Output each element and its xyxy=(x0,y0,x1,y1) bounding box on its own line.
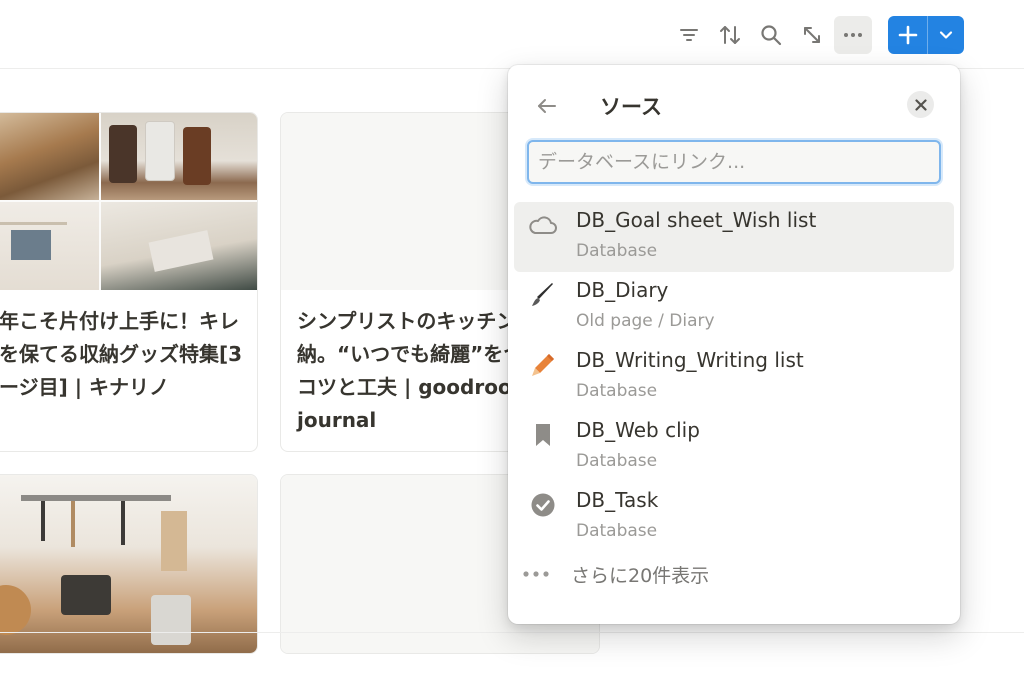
item-subtitle: Old page / Diary xyxy=(576,311,715,331)
back-button[interactable] xyxy=(534,93,560,119)
arrow-left-icon xyxy=(538,99,556,113)
gallery-card[interactable] xyxy=(0,474,258,654)
new-button[interactable] xyxy=(888,16,927,54)
filter-icon[interactable] xyxy=(670,16,708,54)
item-name: DB_Diary xyxy=(576,278,669,302)
item-subtitle: Database xyxy=(576,451,658,471)
item-name: DB_Writing_Writing list xyxy=(576,348,804,372)
search-icon[interactable] xyxy=(752,16,790,54)
database-search-field xyxy=(527,140,941,184)
new-dropdown-button[interactable] xyxy=(928,16,964,54)
database-toolbar xyxy=(667,16,964,54)
check-circle-icon xyxy=(526,488,560,522)
item-name: DB_Goal sheet_Wish list xyxy=(576,208,817,232)
brush-icon xyxy=(526,278,560,312)
item-subtitle: Database xyxy=(576,381,658,401)
popup-title: ソース xyxy=(600,95,662,119)
list-item[interactable]: DB_Goal sheet_Wish list Database xyxy=(514,202,954,272)
plus-icon xyxy=(898,25,917,45)
more-dots-icon xyxy=(522,569,558,579)
popup-header: ソース xyxy=(528,87,940,123)
bookmark-icon xyxy=(526,418,560,452)
database-search-input[interactable] xyxy=(529,142,939,182)
show-more-button[interactable]: さらに20件表示 xyxy=(522,558,709,590)
item-subtitle: Database xyxy=(576,521,658,541)
pencil-icon xyxy=(526,348,560,382)
show-more-label: さらに20件表示 xyxy=(571,564,710,587)
list-item[interactable]: DB_Writing_Writing list Database xyxy=(514,342,954,412)
list-item[interactable]: DB_Task Database xyxy=(514,482,954,552)
link-source-popup: ソース DB_Goal sheet_Wish list Database DB_… xyxy=(508,65,960,624)
more-icon[interactable] xyxy=(834,16,872,54)
list-item[interactable]: DB_Diary Old page / Diary xyxy=(514,272,954,342)
close-icon xyxy=(914,98,927,111)
item-subtitle: Database xyxy=(576,241,658,261)
new-button-group xyxy=(888,16,964,54)
notion-page: 今年こそ片付け上手に！キレイを保てる収納グッズ特集[3ページ目] | キナリノ … xyxy=(0,0,1024,676)
sort-icon[interactable] xyxy=(711,16,749,54)
cloud-icon xyxy=(526,208,560,242)
database-list: DB_Goal sheet_Wish list Database DB_Diar… xyxy=(514,202,954,552)
chevron-down-icon xyxy=(939,31,953,39)
item-name: DB_Task xyxy=(576,488,659,512)
card-cover-image xyxy=(0,113,257,290)
card-title: 今年こそ片付け上手に！キレイを保てる収納グッズ特集[3ページ目] | キナリノ xyxy=(0,309,243,399)
expand-icon[interactable] xyxy=(793,16,831,54)
card-cover-image xyxy=(0,475,257,653)
list-item[interactable]: DB_Web clip Database xyxy=(514,412,954,482)
close-button[interactable] xyxy=(907,91,934,118)
gallery-card[interactable]: 今年こそ片付け上手に！キレイを保てる収納グッズ特集[3ページ目] | キナリノ xyxy=(0,112,258,452)
footer-divider xyxy=(0,632,1024,633)
item-name: DB_Web clip xyxy=(576,418,700,442)
